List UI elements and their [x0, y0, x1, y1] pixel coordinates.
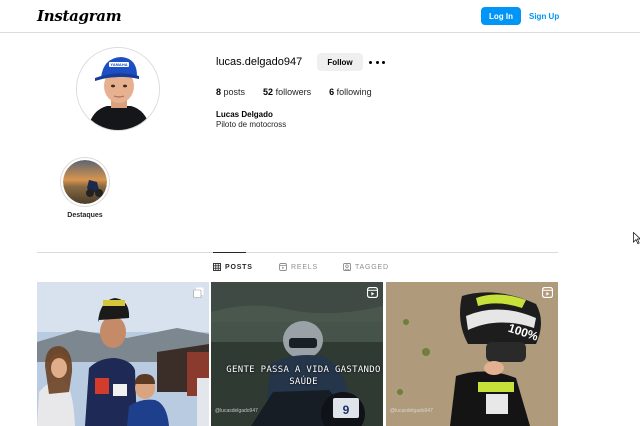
tab-tagged-label: TAGGED — [355, 263, 389, 271]
tab-posts-label: POSTS — [225, 263, 253, 271]
reel-icon — [367, 287, 378, 298]
tab-reels-label: REELS — [291, 263, 318, 271]
grid-icon — [213, 263, 221, 271]
post-watermark: @lucasdelgado947 — [215, 408, 258, 414]
story-highlight-label: Destaques — [67, 212, 103, 219]
posts-stat: 8 posts — [216, 87, 245, 97]
active-tab-indicator — [213, 252, 246, 253]
post-image: 9 — [211, 282, 383, 426]
post-thumbnail[interactable]: 9 GENTE PASSA A VIDA GASTANDO SAÚDE @luc… — [211, 282, 383, 426]
carousel-icon — [193, 287, 204, 298]
signup-link[interactable]: Sign Up — [529, 7, 559, 25]
post-image — [37, 282, 209, 426]
follow-button[interactable]: Follow — [317, 53, 363, 71]
following-label: following — [336, 87, 372, 97]
mouse-cursor-icon — [633, 232, 640, 244]
post-thumbnail[interactable] — [37, 282, 209, 426]
post-image: 100% — [386, 282, 558, 426]
instagram-logo[interactable]: Instagram — [37, 7, 122, 25]
post-watermark: @lucasdelgado947 — [390, 408, 433, 414]
followers-label: followers — [275, 87, 312, 97]
profile-username: lucas.delgado947 — [216, 56, 303, 68]
reels-icon — [279, 263, 287, 271]
top-navigation-bar: Instagram Log In Sign Up — [0, 0, 640, 33]
following-count: 6 — [329, 87, 335, 97]
post-thumbnail[interactable]: 100% @lucasdelgado947 — [386, 282, 558, 426]
profile-full-name: Lucas Delgado — [216, 110, 273, 119]
followers-stat[interactable]: 52 followers — [263, 87, 311, 97]
more-horizontal-icon[interactable] — [369, 55, 385, 69]
followers-count: 52 — [263, 87, 274, 97]
tab-posts[interactable]: POSTS — [213, 263, 253, 271]
post-caption-overlay: GENTE PASSA A VIDA GASTANDO SAÚDE — [226, 365, 381, 387]
reel-icon — [542, 287, 553, 298]
posts-count: 8 — [216, 87, 222, 97]
posts-label: posts — [223, 87, 246, 97]
svg-text:YAMAHA: YAMAHA — [110, 62, 127, 67]
login-button[interactable]: Log In — [481, 7, 521, 25]
story-highlight[interactable] — [60, 157, 110, 207]
tabs-divider — [37, 252, 558, 253]
following-stat[interactable]: 6 following — [329, 87, 372, 97]
tab-tagged[interactable]: TAGGED — [343, 263, 389, 271]
profile-bio: Piloto de motocross — [216, 120, 287, 129]
tab-reels[interactable]: REELS — [279, 263, 318, 271]
svg-text:9: 9 — [343, 403, 350, 417]
profile-stats: 8 posts 52 followers 6 following — [216, 87, 390, 97]
tagged-icon — [343, 263, 351, 271]
profile-avatar[interactable]: YAMAHA — [76, 47, 160, 131]
